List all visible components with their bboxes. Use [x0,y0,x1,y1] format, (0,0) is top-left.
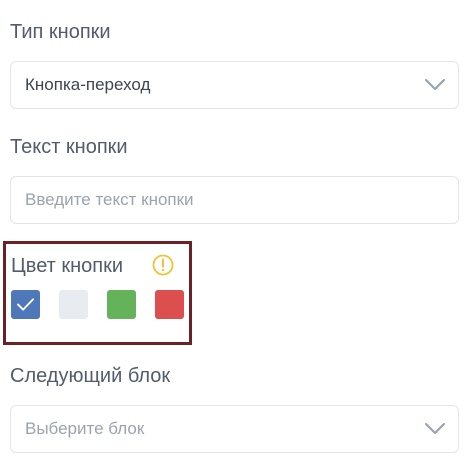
next-block-label: Следующий блок [10,365,171,387]
button-color-section: Цвет кнопки [3,241,192,345]
chevron-down-icon [424,78,446,91]
color-swatch-light-gray[interactable] [59,290,88,319]
next-block-placeholder: Выберите блок [25,419,145,438]
button-text-label: Текст кнопки [10,136,128,158]
button-type-label: Тип кнопки [10,21,111,43]
button-text-field-wrapper [10,176,459,224]
next-block-select[interactable]: Выберите блок [10,405,459,453]
color-swatch-red[interactable] [155,290,184,319]
chevron-down-icon [424,422,446,435]
button-text-input[interactable] [25,190,444,210]
color-swatch-green[interactable] [107,290,136,319]
color-swatch-blue[interactable] [11,290,40,319]
button-type-value: Кнопка-переход [25,75,151,94]
button-color-label: Цвет кнопки [11,255,124,277]
button-type-select[interactable]: Кнопка-переход [10,61,459,109]
warning-circle-icon [152,254,174,276]
checkmark-icon [17,298,34,311]
